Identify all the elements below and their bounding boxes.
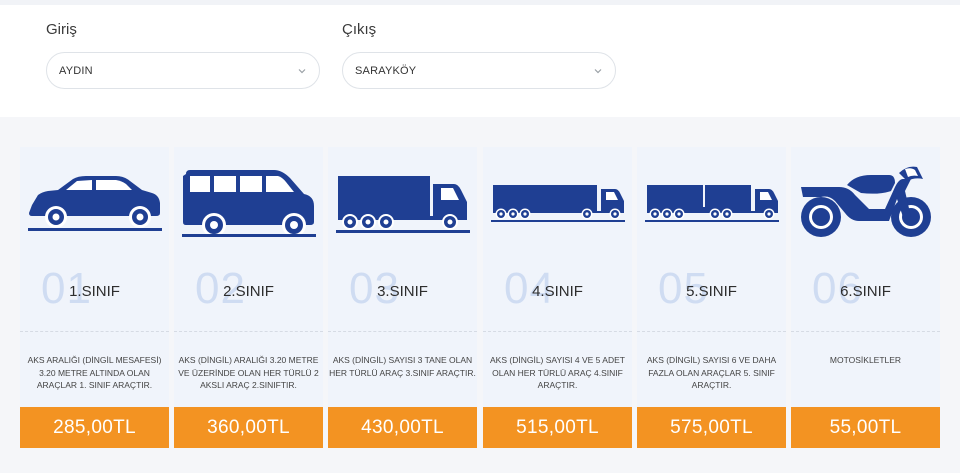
class-description: AKS (DİNGİL) SAYISI 3 TANE OLAN HER TÜRL… xyxy=(329,355,476,378)
class-description: MOTOSİKLETLER xyxy=(829,355,902,365)
entry-field: Giriş AYDIN xyxy=(46,20,320,89)
exit-label: Çıkış xyxy=(342,21,377,38)
motorcycle-icon xyxy=(791,157,940,249)
class-price: 430,00TL xyxy=(328,407,477,448)
trailer-truck-icon xyxy=(483,157,632,249)
class-price: 360,00TL xyxy=(174,407,323,448)
entry-select-value: AYDIN xyxy=(59,64,93,77)
vehicle-class-card: 01 1.SINIF AKS ARALIĞI (DİNGİL MESAFESİ)… xyxy=(20,147,169,448)
minibus-icon xyxy=(174,157,323,249)
vehicle-class-card: 06 6.SINIF MOTOSİKLETLER 55,00TL xyxy=(791,147,940,448)
entry-label: Giriş xyxy=(46,21,77,38)
chevron-down-icon xyxy=(298,68,306,73)
truck-icon xyxy=(328,157,477,249)
card-divider xyxy=(328,331,477,332)
card-divider xyxy=(791,331,940,332)
card-divider xyxy=(174,331,323,332)
class-price: 515,00TL xyxy=(483,407,632,448)
class-price: 55,00TL xyxy=(791,407,940,448)
exit-select-value: SARAYKÖY xyxy=(355,64,417,77)
class-description: AKS (DİNGİL) ARALIĞI 3.20 METRE VE ÜZERİ… xyxy=(178,355,319,390)
vehicle-class-card: 02 2.SINIF AKS (DİNGİL) ARALIĞI 3.20 MET… xyxy=(174,147,323,448)
class-price: 285,00TL xyxy=(20,407,169,448)
exit-field: Çıkış SARAYKÖY xyxy=(342,20,616,89)
vehicle-class-card: 04 4.SINIF AKS (DİNGİL) SAYISI 4 VE 5 AD… xyxy=(483,147,632,448)
class-title: 3.SINIF xyxy=(377,283,428,300)
class-title: 6.SINIF xyxy=(840,283,891,300)
vehicle-class-card: 03 3.SINIF AKS (DİNGİL) SAYISI 3 TANE OL… xyxy=(328,147,477,448)
class-description: AKS (DİNGİL) SAYISI 6 VE DAHA FAZLA OLAN… xyxy=(646,355,777,390)
class-title: 2.SINIF xyxy=(223,283,274,300)
class-price: 575,00TL xyxy=(637,407,786,448)
class-title: 4.SINIF xyxy=(532,283,583,300)
entry-select[interactable]: AYDIN xyxy=(46,52,320,89)
route-form: Giriş AYDIN Çıkış SARAYKÖY xyxy=(0,5,960,117)
chevron-down-icon xyxy=(594,68,602,73)
card-divider xyxy=(20,331,169,332)
class-title: 5.SINIF xyxy=(686,283,737,300)
exit-select[interactable]: SARAYKÖY xyxy=(342,52,616,89)
car-icon xyxy=(20,157,169,249)
vehicle-class-card: 05 5.SINIF AKS (DİNGİL) SAYISI 6 VE DAHA… xyxy=(637,147,786,448)
class-description: AKS (DİNGİL) SAYISI 4 VE 5 ADET OLAN HER… xyxy=(490,355,625,390)
card-divider xyxy=(483,331,632,332)
long-trailer-truck-icon xyxy=(637,157,786,249)
card-divider xyxy=(637,331,786,332)
class-title: 1.SINIF xyxy=(69,283,120,300)
class-description: AKS ARALIĞI (DİNGİL MESAFESİ) 3.20 METRE… xyxy=(27,355,162,390)
vehicle-class-list: 01 1.SINIF AKS ARALIĞI (DİNGİL MESAFESİ)… xyxy=(0,117,960,473)
